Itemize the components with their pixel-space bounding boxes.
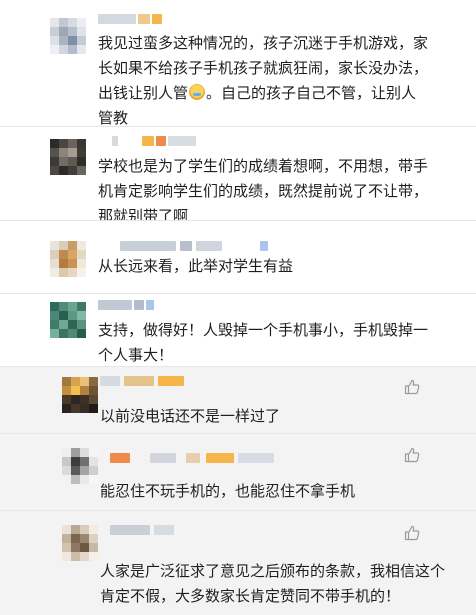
sweat-smile-emoji <box>189 84 206 100</box>
comment-card: 我见过蛮多这种情况的，孩子沉迷于手机游戏，家 长如果不给孩子手机孩子就疯狂闹，家… <box>0 0 476 127</box>
username-blurred[interactable] <box>112 136 202 148</box>
avatar[interactable] <box>50 302 86 338</box>
thumbs-up-icon[interactable] <box>404 379 420 395</box>
avatar[interactable] <box>50 241 86 277</box>
reply-card: 能忍住不玩手机的，也能忍住不拿手机 <box>0 434 476 510</box>
avatar[interactable] <box>50 18 86 54</box>
username-blurred[interactable] <box>120 241 270 253</box>
comment-card: 支持，做得好！人毁掉一个手机事小，手机毁掉一 个人事大！ <box>0 294 476 366</box>
reply-card: 以前没电话还不是一样过了 <box>0 367 476 433</box>
username-blurred[interactable] <box>110 525 190 537</box>
username-blurred[interactable] <box>110 453 290 465</box>
avatar[interactable] <box>62 525 98 561</box>
reply-card: 人家是广泛征求了意见之后颁布的条款，我相信这个 肯定不假，大多数家长肯定赞同不带… <box>0 511 476 615</box>
comment-text: 学校也是为了学生们的成绩着想啊，不用想，带手 机肯定影响学生们的成绩，既然提前说… <box>98 157 429 225</box>
reply-text: 能忍住不玩手机的，也能忍住不拿手机 <box>100 482 356 500</box>
avatar[interactable] <box>62 377 98 413</box>
username-blurred[interactable] <box>98 14 168 26</box>
comment-card: 学校也是为了学生们的成绩着想啊，不用想，带手 机肯定影响学生们的成绩，既然提前说… <box>0 127 476 225</box>
avatar[interactable] <box>62 448 98 484</box>
reply-text: 以前没电话还不是一样过了 <box>100 407 281 425</box>
avatar[interactable] <box>50 139 86 175</box>
thumbs-up-icon[interactable] <box>404 447 420 463</box>
comment-text: 我见过蛮多这种情况的，孩子沉迷于手机游戏，家 长如果不给孩子手机孩子就疯狂闹，家… <box>98 34 429 127</box>
comment-text: 支持，做得好！人毁掉一个手机事小，手机毁掉一 个人事大！ <box>98 321 429 364</box>
reply-text: 人家是广泛征求了意见之后颁布的条款，我相信这个 肯定不假，大多数家长肯定赞同不带… <box>100 562 446 605</box>
thumbs-up-icon[interactable] <box>404 525 420 541</box>
username-blurred[interactable] <box>98 300 158 312</box>
comment-text: 从长远来看，此举对学生有益 <box>98 257 294 275</box>
comment-card: 从长远来看，此举对学生有益 <box>0 221 476 293</box>
username-blurred[interactable] <box>100 376 190 388</box>
